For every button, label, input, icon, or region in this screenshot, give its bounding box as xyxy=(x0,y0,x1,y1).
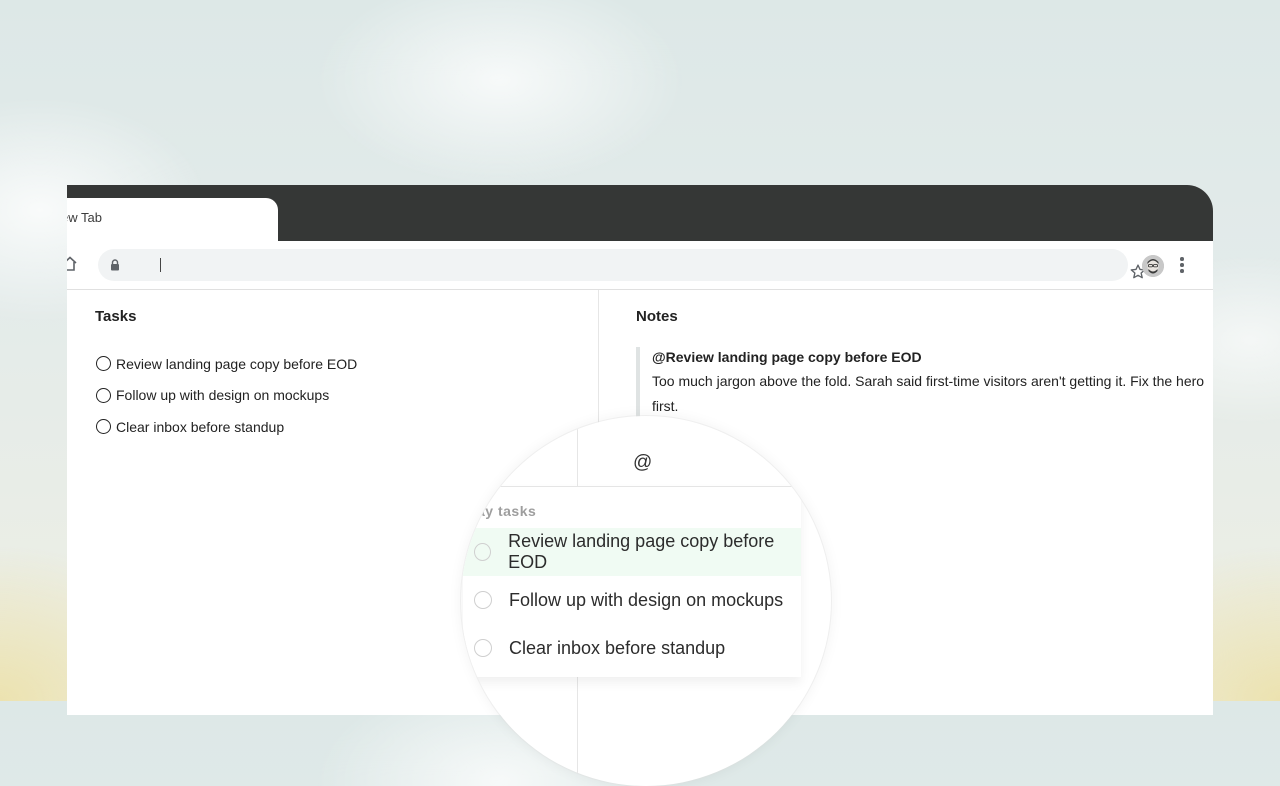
lock-icon xyxy=(111,259,119,271)
task-label: Follow up with design on mockups xyxy=(116,387,330,404)
task-item[interactable]: Follow up with design on mockups xyxy=(96,380,357,412)
mention-dropdown: ay tasks Review landing page copy before… xyxy=(463,486,801,677)
home-icon[interactable] xyxy=(67,256,77,272)
tasks-title: Tasks xyxy=(95,308,137,325)
task-circle-icon xyxy=(474,543,492,561)
mention-trigger: @ xyxy=(633,452,653,473)
kebab-menu-icon[interactable] xyxy=(1179,257,1185,275)
notes-title: Notes xyxy=(636,308,678,325)
tab-new-tab[interactable]: ew Tab xyxy=(67,198,278,241)
task-label: Review landing page copy before EOD xyxy=(116,355,358,372)
avatar-face-icon xyxy=(1142,255,1164,277)
task-circle-icon xyxy=(474,639,492,657)
task-checkbox[interactable] xyxy=(96,419,111,435)
dropdown-item-label: Review landing page copy before EOD xyxy=(508,531,775,572)
note-body: Too much jargon above the fold. Sarah sa… xyxy=(652,373,1205,414)
note-title: @Review landing page copy before EOD xyxy=(652,349,922,365)
tab-bar: ew Tab xyxy=(67,185,1213,241)
avatar[interactable] xyxy=(1142,255,1164,277)
task-circle-icon xyxy=(474,591,492,609)
tab-title: ew Tab xyxy=(67,210,102,225)
task-checkbox[interactable] xyxy=(96,387,111,403)
text-cursor xyxy=(160,258,161,272)
task-label: Clear inbox before standup xyxy=(116,418,285,435)
address-bar[interactable] xyxy=(98,249,1146,281)
task-list: Review landing page copy before EOD Foll… xyxy=(96,348,357,443)
magnifier-lens: @ ay tasks Review landing page copy befo… xyxy=(461,416,831,786)
dropdown-item-label: Follow up with design on mockups xyxy=(509,589,784,610)
dropdown-header: ay tasks xyxy=(477,503,537,519)
column-divider xyxy=(598,290,599,425)
task-item[interactable]: Clear inbox before standup xyxy=(96,411,357,443)
dropdown-item-label: Clear inbox before standup xyxy=(509,637,726,658)
browser-toolbar xyxy=(67,241,1213,290)
dropdown-item[interactable]: Follow up with design on mockups xyxy=(463,576,801,624)
dropdown-item[interactable]: Review landing page copy before EOD xyxy=(463,528,801,576)
dropdown-item[interactable]: Clear inbox before standup xyxy=(463,624,801,672)
task-item[interactable]: Review landing page copy before EOD xyxy=(96,348,357,380)
task-checkbox[interactable] xyxy=(96,356,111,372)
note-block[interactable]: @Review landing page copy before EOD Too… xyxy=(636,347,1212,419)
